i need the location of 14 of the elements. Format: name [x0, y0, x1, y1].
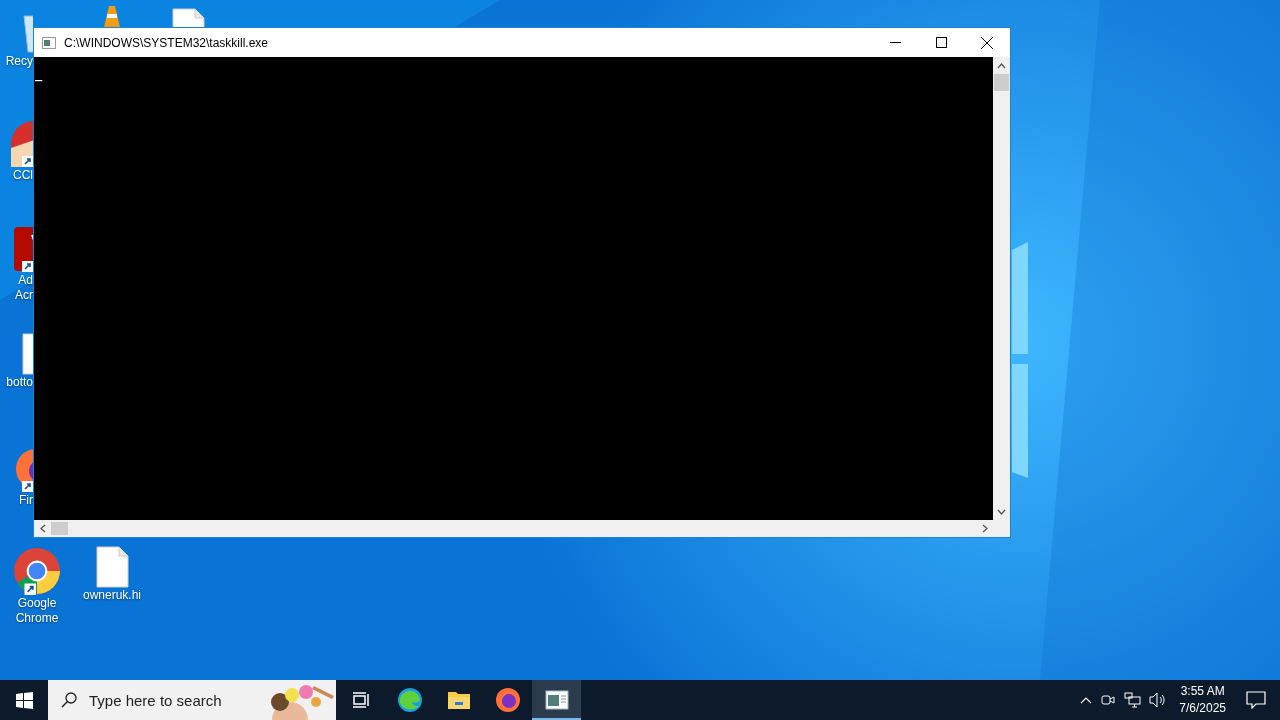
search-icon [61, 692, 77, 708]
search-bar[interactable]: Type here to search [48, 680, 336, 720]
folder-icon [446, 690, 471, 710]
edge-icon [396, 687, 423, 713]
chevron-up-icon [1080, 696, 1093, 704]
task-view-icon [351, 692, 370, 708]
firefox-icon [494, 687, 521, 713]
windows-logo-icon [15, 691, 33, 709]
clock-time[interactable]: 3:55 AM [1180, 683, 1225, 700]
chat-bubble-icon [1246, 691, 1266, 709]
console-window-icon [544, 690, 569, 710]
clock-date[interactable]: 7/6/2025 [1179, 700, 1226, 717]
search-field[interactable]: Type here to search [87, 690, 271, 710]
taskbar-app-button[interactable] [532, 680, 581, 720]
